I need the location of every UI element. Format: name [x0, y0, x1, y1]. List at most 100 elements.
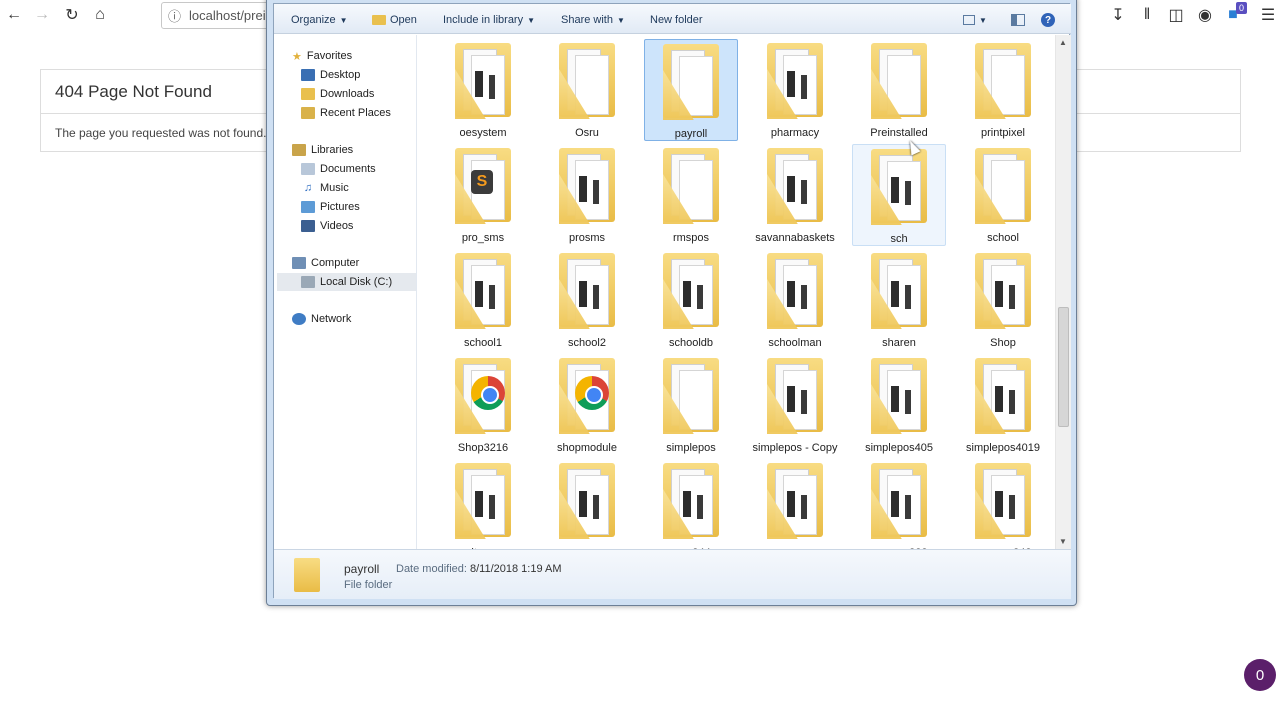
folder-item[interactable]: prosms [540, 144, 634, 246]
forward-icon[interactable]: → [30, 4, 54, 26]
folder-label: simplepos [666, 442, 716, 454]
folder-item[interactable]: shopmodule [540, 354, 634, 456]
folder-label: simplepos - Copy [752, 442, 838, 454]
nav-downloads[interactable]: Downloads [301, 85, 374, 103]
recent-places-icon [301, 107, 315, 119]
folder-label: schooldb [668, 337, 714, 349]
folder-label: Preinstalled [870, 127, 928, 139]
folder-item[interactable]: Preinstalled [852, 39, 946, 141]
reload-icon[interactable]: ↻ [60, 4, 84, 26]
nav-label: Computer [311, 257, 360, 269]
scroll-thumb[interactable] [1058, 307, 1069, 427]
folder-item[interactable]: oesystem [436, 39, 530, 141]
folder-view: oesystem Osru payroll pharmacy Preinstalled p… [418, 35, 1055, 549]
help-button[interactable]: ? [1041, 12, 1055, 28]
folder-item[interactable]: simplepos - Copy [748, 354, 842, 456]
folder-item[interactable]: smapos322 [852, 459, 946, 549]
selected-folder-icon [294, 558, 320, 592]
downloads-icon [301, 88, 315, 100]
folder-icon [761, 461, 829, 541]
folder-item[interactable]: simplepos4019 [956, 354, 1050, 456]
nav-label: Pictures [320, 201, 360, 213]
desktop-icon [301, 69, 315, 81]
chat-button[interactable]: 0 [1244, 659, 1276, 691]
home-icon[interactable]: ⌂ [88, 4, 112, 26]
folder-item[interactable]: school [956, 144, 1050, 246]
organize-button[interactable]: Organize ▼ [291, 12, 348, 28]
folder-item[interactable]: Shop [956, 249, 1050, 351]
nav-favorites[interactable]: ★ Favorites [292, 47, 352, 65]
folder-item[interactable]: sma344 [644, 459, 738, 549]
folder-icon [865, 461, 933, 541]
nav-recent-places[interactable]: Recent Places [301, 104, 391, 122]
folder-item[interactable]: smapos [748, 459, 842, 549]
vertical-scrollbar[interactable]: ▲ ▼ [1055, 35, 1071, 549]
folder-label: school1 [464, 337, 502, 349]
folder-item[interactable]: sma [540, 459, 634, 549]
folder-item[interactable]: school1 [436, 249, 530, 351]
folder-label: pro_sms [461, 232, 505, 244]
include-library-button[interactable]: Include in library ▼ [443, 12, 535, 28]
new-folder-button[interactable]: New folder [650, 12, 703, 28]
folder-item[interactable]: sitespy [436, 459, 530, 549]
folder-label: school2 [568, 337, 606, 349]
nav-libraries[interactable]: Libraries [292, 141, 353, 159]
back-icon[interactable]: ← [2, 4, 26, 26]
folder-item[interactable]: pharmacy [748, 39, 842, 141]
folder-item[interactable]: smapos342 [956, 459, 1050, 549]
share-with-button[interactable]: Share with ▼ [561, 12, 625, 28]
folder-icon [969, 146, 1037, 226]
nav-music[interactable]: ♫ Music [301, 179, 349, 197]
folder-icon [553, 356, 621, 436]
folder-item[interactable]: payroll [644, 39, 738, 141]
nav-label: Network [311, 313, 352, 325]
folder-item[interactable]: Shop3216 [436, 354, 530, 456]
scroll-up-icon[interactable]: ▲ [1059, 38, 1067, 47]
view-options-button[interactable]: ▼ [963, 12, 987, 28]
folder-item[interactable]: school2 [540, 249, 634, 351]
nav-videos[interactable]: Videos [301, 217, 353, 235]
nav-label: Libraries [311, 144, 354, 156]
nav-label: Documents [320, 163, 376, 175]
nav-desktop[interactable]: Desktop [301, 66, 360, 84]
folder-item[interactable]: sch [852, 144, 946, 246]
details-pane: payroll Date modified: 8/11/2018 1:19 AM… [274, 549, 1071, 599]
chevron-down-icon: ▼ [527, 15, 536, 25]
folder-item[interactable]: schooldb [644, 249, 738, 351]
folder-item[interactable]: simplepos [644, 354, 738, 456]
nav-pictures[interactable]: Pictures [301, 198, 360, 216]
include-label: Include in library [443, 14, 524, 26]
folder-item[interactable]: rmspos [644, 144, 738, 246]
nav-documents[interactable]: Documents [301, 160, 376, 178]
open-button[interactable]: Open [372, 12, 417, 28]
folder-label: sch [890, 233, 908, 245]
nav-label: Recent Places [320, 107, 391, 119]
menu-icon[interactable]: ☰ [1258, 5, 1278, 25]
info-icon: ⓘ [168, 9, 182, 24]
nav-computer[interactable]: Computer [292, 254, 359, 272]
folder-icon [761, 41, 829, 121]
nav-local-disk[interactable]: Local Disk (C:) [277, 273, 416, 291]
folder-item[interactable]: savannabaskets [748, 144, 842, 246]
folder-item[interactable]: printpixel [956, 39, 1050, 141]
folder-item[interactable]: Spro_sms [436, 144, 530, 246]
folder-label: simplepos405 [865, 442, 933, 454]
extension-icon[interactable]: ◉ [1195, 5, 1215, 25]
address-bar[interactable]: ⓘ localhost/prei [161, 2, 281, 29]
folder-item[interactable]: simplepos405 [852, 354, 946, 456]
library-icon[interactable]: ‖ [1137, 5, 1157, 25]
folder-icon [865, 251, 933, 331]
folder-label: savannabaskets [755, 232, 835, 244]
folder-item[interactable]: Osru [540, 39, 634, 141]
preview-pane-button[interactable] [1011, 12, 1025, 28]
folder-item[interactable]: schoolman [748, 249, 842, 351]
nav-network[interactable]: Network [292, 310, 351, 328]
explorer-toolbar: Organize ▼ Open Include in library ▼ Share… [274, 4, 1071, 34]
scroll-down-icon[interactable]: ▼ [1059, 537, 1067, 546]
folder-icon [449, 461, 517, 541]
folder-icon [372, 15, 386, 25]
download-icon[interactable]: ↧ [1108, 5, 1128, 25]
details-modified-label: Date modified: [396, 563, 467, 575]
sidebar-icon[interactable]: ◫ [1166, 5, 1186, 25]
folder-item[interactable]: sharen [852, 249, 946, 351]
